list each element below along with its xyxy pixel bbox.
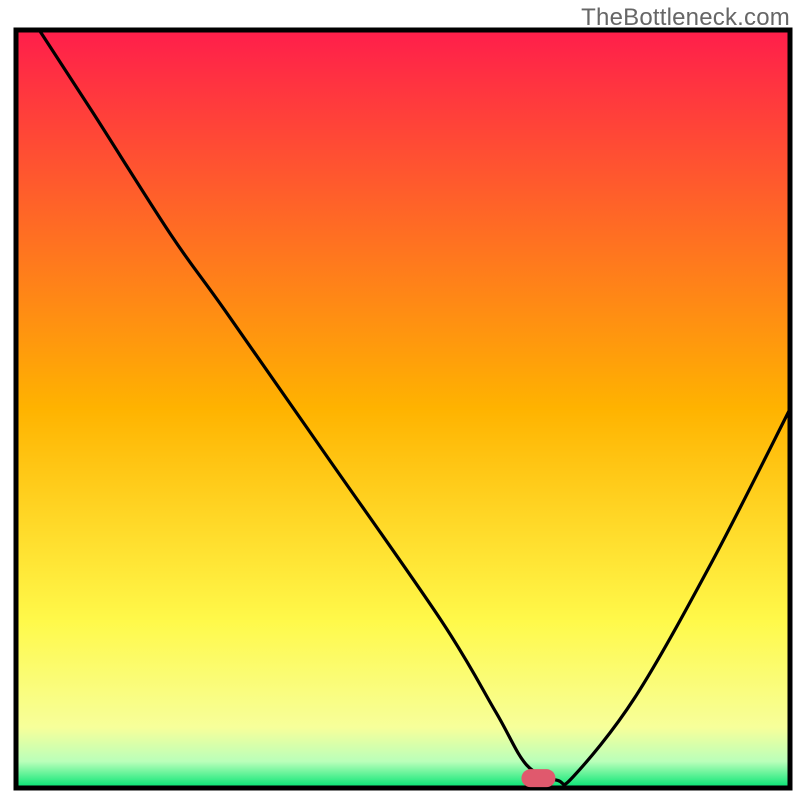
chart-stage: TheBottleneck.com <box>0 0 800 800</box>
watermark-text: TheBottleneck.com <box>581 4 790 32</box>
bottleneck-chart <box>0 0 800 800</box>
result-marker <box>521 769 555 787</box>
plot-background <box>16 30 790 788</box>
